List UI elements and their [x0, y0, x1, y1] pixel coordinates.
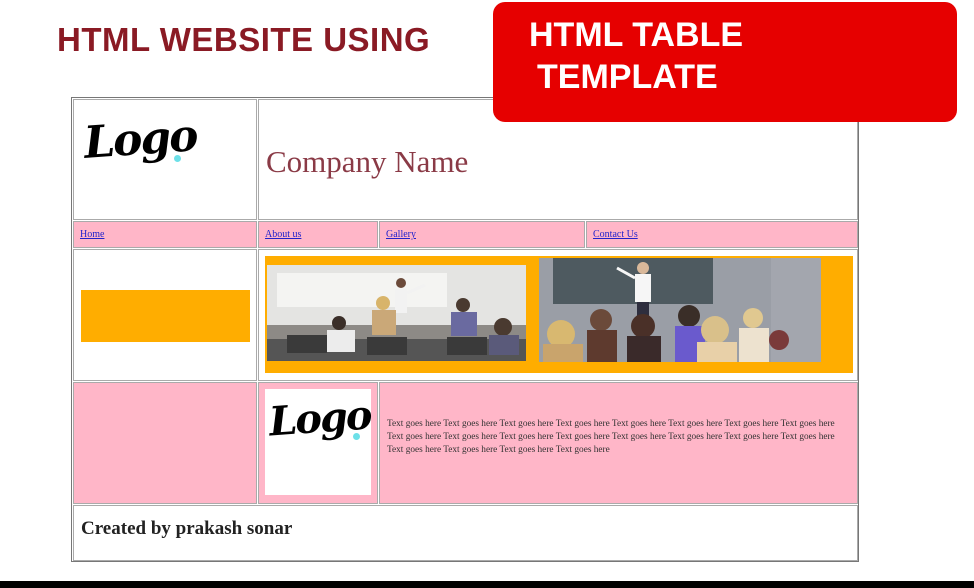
header-logo[interactable]: Logo — [82, 104, 198, 214]
nav-link-contact-us[interactable]: Contact Us — [593, 229, 638, 240]
nav-link-about-us[interactable]: About us — [265, 229, 301, 240]
website-layout-table: Logo Company Name Home About us Gallery … — [71, 97, 859, 562]
header-logo-cell: Logo — [73, 99, 257, 220]
classroom-photo-1 — [267, 265, 526, 361]
nav-cell-home: Home — [73, 221, 257, 248]
video-slide: HTML WEBSITE USING HTML TABLE TEMPLATE L… — [0, 0, 974, 581]
hero-left-cell — [73, 249, 257, 381]
footer-credit: Created by prakash sonar — [81, 518, 293, 539]
body-text: Text goes here Text goes here Text goes … — [387, 419, 835, 456]
footer-cell: Created by prakash sonar — [73, 505, 858, 561]
nav-link-gallery[interactable]: Gallery — [386, 229, 416, 240]
banner-line-2: TEMPLATE — [537, 58, 718, 96]
nav-cell-about: About us — [258, 221, 378, 248]
hero-image-cell — [258, 249, 858, 381]
classroom-photo-2 — [539, 258, 821, 362]
content-logo-cell: Logo — [258, 382, 378, 504]
nav-cell-gallery: Gallery — [379, 221, 585, 248]
content-logo-dot-icon — [353, 433, 360, 440]
content-text-cell: Text goes here Text goes here Text goes … — [379, 382, 858, 504]
classroom-photo-2-image — [539, 258, 821, 362]
banner-line-1: HTML TABLE — [529, 16, 744, 54]
content-left-cell — [73, 382, 257, 504]
company-name: Company Name — [266, 144, 469, 179]
classroom-photo-1-image — [267, 265, 526, 361]
orange-banner-bar — [81, 290, 250, 342]
nav-link-home[interactable]: Home — [80, 229, 104, 240]
title-banner: HTML TABLE TEMPLATE — [493, 2, 957, 122]
nav-cell-contact: Contact Us — [586, 221, 858, 248]
content-logo: Logo — [265, 389, 372, 495]
slide-title: HTML WEBSITE USING — [57, 21, 431, 58]
logo-dot-icon — [174, 155, 181, 162]
hero-image — [265, 256, 853, 373]
